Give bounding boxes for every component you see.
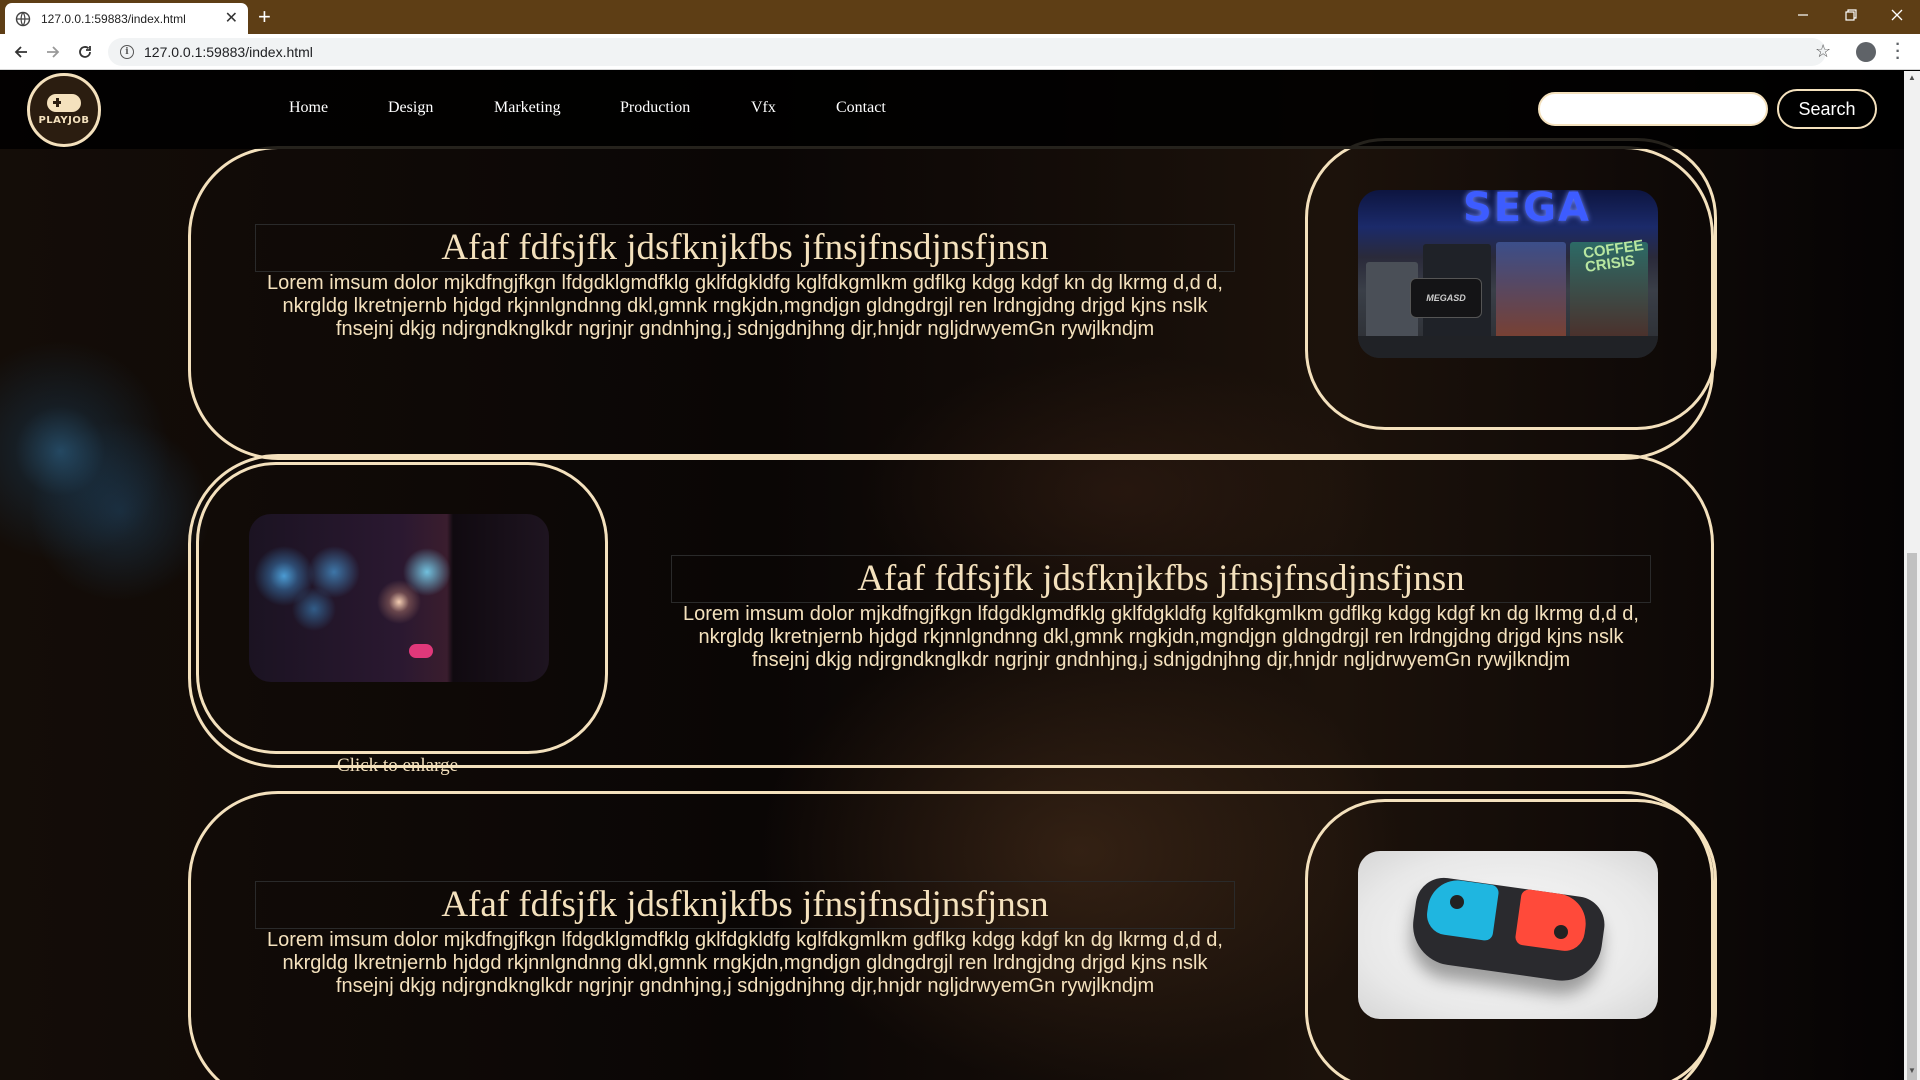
joystick <box>1554 925 1568 939</box>
search-input[interactable] <box>1538 92 1768 126</box>
controller-light <box>409 644 433 658</box>
profile-avatar-icon[interactable] <box>1856 42 1876 62</box>
nav-marketing[interactable]: Marketing <box>494 99 561 117</box>
card-1-text: Afaf fdfsjfk jdsfknjkfbs jfnsjfnsdjnsfjn… <box>255 224 1235 341</box>
card-3-body: Lorem imsum dolor mjkdfngjfkgn lfdgdklgm… <box>267 929 1223 997</box>
card-1-image[interactable]: SEGA MEGASD COFFEE CRISIS <box>1358 190 1658 358</box>
browser-tab[interactable]: 127.0.0.1:59883/index.html ✕ <box>5 3 248 34</box>
card-3-text: Afaf fdfsjfk jdsfknjkfbs jfnsjfnsdjnsfjn… <box>255 881 1235 998</box>
tab-title: 127.0.0.1:59883/index.html <box>41 11 186 26</box>
site-header: PLAYJOB Home Design Marketing Production… <box>0 71 1904 149</box>
address-url: 127.0.0.1:59883/index.html <box>144 44 313 60</box>
card-1-image-frame: SEGA MEGASD COFFEE CRISIS <box>1305 138 1717 430</box>
search-button[interactable]: Search <box>1777 89 1877 129</box>
scroll-up-icon[interactable]: ▲ <box>1908 73 1916 82</box>
nav-vfx[interactable]: Vfx <box>751 99 776 117</box>
playjob-logo[interactable]: PLAYJOB <box>27 73 101 147</box>
console-box <box>1496 242 1566 340</box>
card-2-heading: Afaf fdfsjfk jdsfknjkfbs jfnsjfnsdjnsfjn… <box>671 555 1651 603</box>
card-1-heading: Afaf fdfsjfk jdsfknjkfbs jfnsjfnsdjnsfjn… <box>255 224 1235 272</box>
nav-home[interactable]: Home <box>289 99 328 117</box>
back-icon[interactable] <box>9 40 33 64</box>
card-1-body: Lorem imsum dolor mjkdfngjfkgn lfdgdklgm… <box>267 272 1223 340</box>
reload-icon[interactable] <box>73 40 97 64</box>
globe-icon <box>15 11 31 27</box>
minimize-icon[interactable] <box>1780 0 1826 30</box>
logo-text: PLAYJOB <box>38 115 90 126</box>
content-card-2: Click to enlarge Afaf fdfsjfk jdsfknjkfb… <box>188 454 1714 776</box>
scroll-down-icon[interactable]: ▼ <box>1908 1066 1916 1075</box>
new-tab-button[interactable]: + <box>258 4 271 30</box>
card-2-body: Lorem imsum dolor mjkdfngjfkgn lfdgdklgm… <box>683 603 1639 671</box>
joystick <box>1450 895 1464 909</box>
forward-icon[interactable] <box>41 40 65 64</box>
megasd-device: MEGASD <box>1410 278 1482 318</box>
page-scrollbar[interactable]: ▲ ▼ <box>1904 71 1920 1080</box>
content-card-1: Afaf fdfsjfk jdsfknjkfbs jfnsjfnsdjnsfjn… <box>188 138 1717 460</box>
scrollbar-thumb[interactable] <box>1907 553 1917 1080</box>
gamepad-icon <box>47 94 81 112</box>
card-3-heading: Afaf fdfsjfk jdsfknjkfbs jfnsjfnsdjnsfjn… <box>255 881 1235 929</box>
card-3-image-frame <box>1305 799 1717 1080</box>
console-base <box>1358 336 1658 358</box>
page-viewport: Afaf fdfsjfk jdsfknjkfbs jfnsjfnsdjnsfjn… <box>0 71 1904 1080</box>
address-bar[interactable]: i 127.0.0.1:59883/index.html <box>108 38 1826 66</box>
window-close-icon[interactable] <box>1874 0 1920 30</box>
close-tab-icon[interactable]: ✕ <box>225 10 238 27</box>
restore-icon[interactable] <box>1828 0 1874 30</box>
sega-logo-text: SEGA <box>1463 190 1591 231</box>
nav-contact[interactable]: Contact <box>836 99 886 117</box>
card-2-text: Afaf fdfsjfk jdsfknjkfbs jfnsjfnsdjnsfjn… <box>671 555 1651 672</box>
content-card-3: Afaf fdfsjfk jdsfknjkfbs jfnsjfnsdjnsfjn… <box>188 791 1717 1080</box>
site-info-icon[interactable]: i <box>120 45 134 59</box>
browser-menu-icon[interactable]: · · · <box>1895 37 1901 67</box>
card-2-image-frame <box>196 462 608 754</box>
nav-design[interactable]: Design <box>388 99 433 117</box>
card-3-image[interactable] <box>1358 851 1658 1019</box>
card-2-image[interactable] <box>249 514 549 682</box>
browser-toolbar: i 127.0.0.1:59883/index.html <box>0 34 1920 70</box>
nav-production[interactable]: Production <box>620 99 690 117</box>
click-to-enlarge-caption[interactable]: Click to enlarge <box>337 755 458 777</box>
bookmark-star-icon[interactable]: ☆ <box>1815 41 1831 62</box>
browser-tabstrip: 127.0.0.1:59883/index.html ✕ + <box>0 0 1920 34</box>
